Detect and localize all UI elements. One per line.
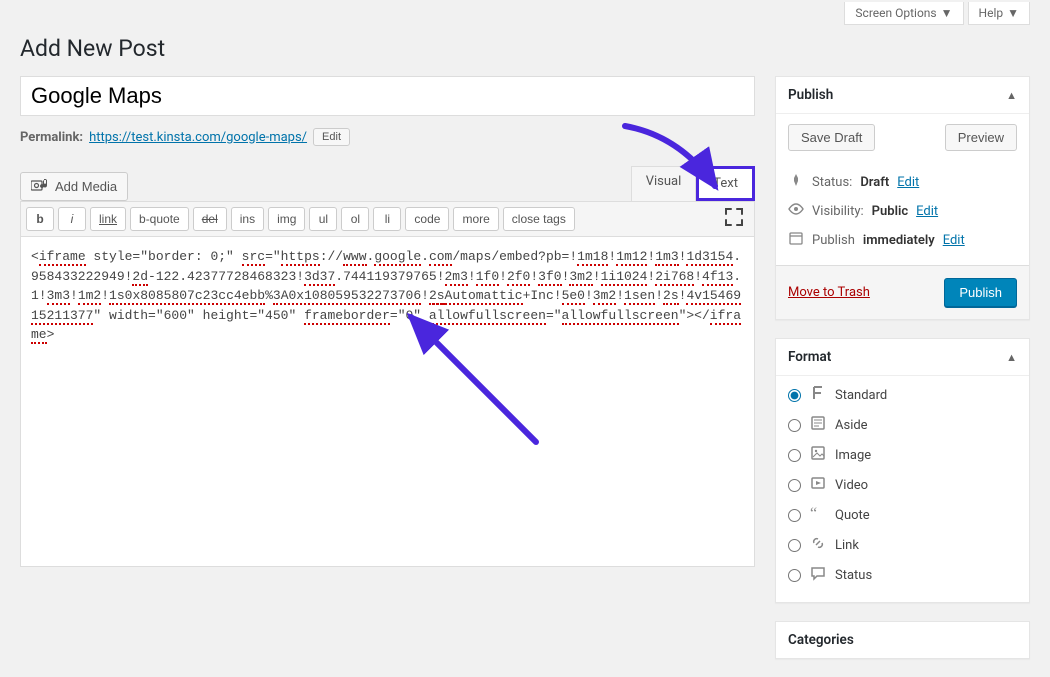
aside-icon — [809, 415, 827, 435]
format-option-aside[interactable]: Aside — [788, 410, 1017, 440]
camera-music-icon — [31, 178, 49, 195]
svg-text:“: “ — [810, 505, 817, 521]
code-button[interactable]: code — [405, 207, 449, 231]
format-radio[interactable] — [788, 539, 801, 552]
permalink-row: Permalink: https://test.kinsta.com/googl… — [20, 128, 755, 146]
bquote-button[interactable]: b-quote — [130, 207, 189, 231]
chevron-down-icon: ▼ — [1007, 6, 1019, 20]
ul-button[interactable]: ul — [309, 207, 337, 231]
del-button[interactable]: del — [193, 207, 227, 231]
ins-button[interactable]: ins — [231, 207, 264, 231]
page-title: Add New Post — [20, 35, 1030, 62]
text-tab[interactable]: Text — [696, 166, 755, 201]
format-radio[interactable] — [788, 479, 801, 492]
format-radio[interactable] — [788, 509, 801, 522]
link-button[interactable]: link — [90, 207, 126, 231]
eye-icon — [788, 203, 804, 219]
help-tab[interactable]: Help ▼ — [968, 2, 1030, 25]
add-media-button[interactable]: Add Media — [20, 172, 128, 201]
close-tags-button[interactable]: close tags — [503, 207, 575, 231]
format-option-status[interactable]: Status — [788, 560, 1017, 590]
format-option-standard[interactable]: Standard — [788, 380, 1017, 410]
img-button[interactable]: img — [268, 207, 305, 231]
status-edit-link[interactable]: Edit — [897, 175, 919, 190]
calendar-icon — [788, 231, 804, 249]
schedule-edit-link[interactable]: Edit — [943, 233, 965, 248]
move-to-trash-link[interactable]: Move to Trash — [788, 285, 870, 300]
standard-icon — [809, 385, 827, 405]
format-metabox: Format ▲ StandardAsideImageVideo“QuoteLi… — [775, 338, 1030, 603]
image-icon — [809, 445, 827, 465]
publish-button[interactable]: Publish — [944, 278, 1017, 307]
fullscreen-icon[interactable] — [719, 208, 749, 230]
italic-button[interactable]: i — [58, 207, 86, 231]
post-title-input[interactable] — [20, 76, 755, 116]
format-option-quote[interactable]: “Quote — [788, 500, 1017, 530]
ol-button[interactable]: ol — [341, 207, 369, 231]
status-icon — [809, 565, 827, 585]
editor-toolbar: b i link b-quote del ins img ul ol li co… — [20, 201, 755, 237]
li-button[interactable]: li — [373, 207, 401, 231]
format-option-image[interactable]: Image — [788, 440, 1017, 470]
format-option-video[interactable]: Video — [788, 470, 1017, 500]
permalink-edit-button[interactable]: Edit — [313, 128, 350, 146]
publish-metabox: Publish ▲ Save Draft Preview Status: Dra… — [775, 76, 1030, 320]
video-icon — [809, 475, 827, 495]
visibility-edit-link[interactable]: Edit — [916, 204, 938, 219]
format-radio[interactable] — [788, 419, 801, 432]
format-radio[interactable] — [788, 449, 801, 462]
preview-button[interactable]: Preview — [945, 124, 1017, 151]
bold-button[interactable]: b — [26, 207, 54, 231]
visual-tab[interactable]: Visual — [631, 166, 697, 201]
link-icon — [809, 535, 827, 555]
format-radio[interactable] — [788, 389, 801, 402]
screen-options-tab[interactable]: Screen Options ▼ — [844, 2, 963, 25]
categories-metabox: Categories — [775, 621, 1030, 659]
collapse-toggle[interactable]: ▲ — [1006, 351, 1017, 364]
more-button[interactable]: more — [453, 207, 498, 231]
pin-icon — [788, 173, 804, 191]
code-editor-area[interactable]: <iframe style="border: 0;" src="https://… — [20, 237, 755, 567]
quote-icon: “ — [809, 505, 827, 525]
collapse-toggle[interactable]: ▲ — [1006, 89, 1017, 102]
format-radio[interactable] — [788, 569, 801, 582]
save-draft-button[interactable]: Save Draft — [788, 124, 875, 151]
chevron-down-icon: ▼ — [941, 6, 953, 20]
permalink-url[interactable]: https://test.kinsta.com/google-maps/ — [89, 130, 307, 145]
format-option-link[interactable]: Link — [788, 530, 1017, 560]
